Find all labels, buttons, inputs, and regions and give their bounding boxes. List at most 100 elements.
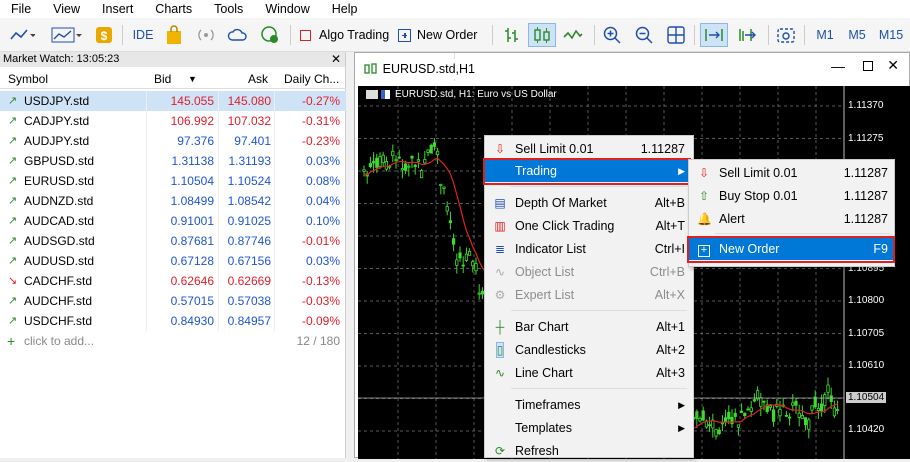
- table-row[interactable]: ↗ AUDSGD.std 0.87681 0.87746 -0.01%: [0, 231, 346, 251]
- indicators-icon[interactable]: [50, 23, 84, 47]
- change-cell: -0.03%: [274, 291, 346, 311]
- menu-item-label: Sell Limit 0.01: [515, 142, 594, 156]
- candle-body: [723, 417, 728, 423]
- bar-chart-icon[interactable]: [500, 23, 524, 47]
- submenu-item-label: Buy Stop 0.01: [719, 189, 798, 203]
- ide-button[interactable]: IDE: [129, 23, 157, 47]
- table-row[interactable]: ↗ AUDNZD.std 1.08499 1.08542 0.04%: [0, 191, 346, 211]
- menu-view[interactable]: View: [42, 0, 91, 18]
- close-icon[interactable]: ✕: [331, 52, 341, 67]
- candle-body: [394, 159, 398, 162]
- minimize-icon[interactable]: —: [831, 58, 845, 74]
- col-daily-change[interactable]: Daily Ch...: [284, 69, 339, 89]
- menu-window[interactable]: Window: [254, 0, 320, 18]
- candlesticks-icon: [364, 63, 377, 74]
- table-row[interactable]: ↘ CADCHF.std 0.62646 0.62669 -0.13%: [0, 271, 346, 291]
- candlesticks-icon[interactable]: [528, 23, 556, 47]
- price-label: 1.10610: [848, 360, 885, 371]
- bid-cell: 0.87681: [146, 231, 218, 251]
- cloud-icon[interactable]: [226, 23, 250, 47]
- menu-file[interactable]: File: [0, 0, 42, 18]
- sell-limit-icon: ⇩: [698, 166, 710, 180]
- menu-item-line-chart[interactable]: ∿ Line Chart Alt+3: [485, 362, 693, 384]
- menu-help[interactable]: Help: [321, 0, 369, 18]
- price-label: 1.10705: [848, 327, 885, 339]
- line-chart-icon[interactable]: [560, 23, 586, 47]
- screenshot-icon[interactable]: [774, 23, 798, 47]
- close-icon[interactable]: ✕: [887, 57, 899, 74]
- submenu-item-sell-limit-0-01[interactable]: ⇩ Sell Limit 0.01 1.11287: [689, 162, 894, 184]
- zoom-in-icon[interactable]: [600, 23, 624, 47]
- candle-body: [771, 409, 776, 422]
- chart-type-icon[interactable]: [8, 23, 36, 47]
- algo-trading-button[interactable]: Algo Trading: [296, 23, 392, 47]
- menu-item-label: Candlesticks: [515, 343, 586, 357]
- menu-item-timeframes[interactable]: Timeframes ▶: [485, 394, 693, 416]
- new-order-highlight-box: [687, 236, 895, 263]
- table-row[interactable]: ↗ AUDUSD.std 0.67128 0.67156 0.03%: [0, 251, 346, 271]
- current-price-label: 1.10504: [846, 392, 887, 403]
- change-cell: 0.03%: [274, 151, 346, 171]
- candle-body: [791, 402, 795, 406]
- table-row[interactable]: ↗ EURUSD.std 1.10504 1.10524 0.08%: [0, 171, 346, 191]
- timeframe-m1[interactable]: M1: [812, 23, 838, 47]
- col-symbol[interactable]: Symbol: [8, 69, 48, 89]
- table-row[interactable]: ↗ CADJPY.std 106.992 107.032 -0.31%: [0, 111, 346, 131]
- zoom-out-icon[interactable]: [632, 23, 656, 47]
- col-ask[interactable]: Ask: [248, 69, 268, 89]
- add-symbol-row[interactable]: + click to add... 12 / 180: [0, 331, 346, 351]
- menu-item-refresh[interactable]: ⟳ Refresh: [485, 440, 693, 462]
- candle-body: [384, 161, 389, 170]
- table-row[interactable]: ↗ AUDCHF.std 0.57015 0.57038 -0.03%: [0, 291, 346, 311]
- ask-cell: 0.91025: [218, 211, 274, 231]
- submenu-item-alert[interactable]: 🔔 Alert 1.11287: [689, 208, 894, 230]
- signal-icon[interactable]: [194, 23, 218, 47]
- shopping-bag-icon[interactable]: [162, 23, 186, 47]
- algo-trading-label: Algo Trading: [319, 28, 390, 42]
- candle-body: [452, 238, 456, 245]
- bid-cell: 0.57015: [146, 291, 218, 311]
- candle-body: [826, 384, 830, 393]
- menu-insert[interactable]: Insert: [91, 0, 144, 18]
- timeframe-m5[interactable]: M5: [844, 23, 870, 47]
- menu-item-depth-of-market[interactable]: ▤ Depth Of Market Alt+B: [485, 192, 693, 214]
- menu-charts[interactable]: Charts: [144, 0, 203, 18]
- chart-shift-icon[interactable]: [734, 23, 760, 47]
- table-row[interactable]: ↗ AUDCAD.std 0.91001 0.91025 0.10%: [0, 211, 346, 231]
- candle-body: [816, 407, 821, 411]
- menu-item-bar-chart[interactable]: ┼ Bar Chart Alt+1: [485, 316, 693, 338]
- line-chart-icon: ∿: [494, 366, 506, 380]
- ask-cell: 1.08542: [218, 191, 274, 211]
- menu-item-candlesticks[interactable]: ▯ Candlesticks Alt+2: [485, 339, 693, 361]
- vps-icon[interactable]: [258, 23, 282, 47]
- tile-windows-icon[interactable]: [664, 23, 688, 47]
- change-cell: 0.08%: [274, 171, 346, 191]
- timeframe-m15[interactable]: M15: [876, 23, 906, 47]
- candle-body: [733, 412, 737, 417]
- menu-item-one-click-trading[interactable]: ▥ One Click Trading Alt+T: [485, 215, 693, 237]
- menu-item-templates[interactable]: Templates ▶: [485, 417, 693, 439]
- table-row[interactable]: ↗ USDJPY.std 145.055 145.080 -0.27%: [0, 91, 346, 111]
- menu-item-label: Bar Chart: [515, 320, 569, 334]
- candle-body: [423, 159, 427, 164]
- menu-item-indicator-list[interactable]: ≣ Indicator List Ctrl+I: [485, 238, 693, 260]
- ask-cell: 0.87746: [218, 231, 274, 251]
- table-row[interactable]: ↗ GBPUSD.std 1.31138 1.31193 0.03%: [0, 151, 346, 171]
- maximize-icon[interactable]: [863, 61, 873, 71]
- dollar-coin-icon[interactable]: $: [93, 23, 115, 47]
- table-row[interactable]: ↗ USDCHF.std 0.84930 0.84957 -0.09%: [0, 311, 346, 331]
- menu-item-sell-limit-0-01[interactable]: ⇩ Sell Limit 0.01 1.11287: [485, 138, 693, 160]
- menu-tools[interactable]: Tools: [203, 0, 254, 18]
- candle-body: [714, 428, 718, 437]
- symbol-cell: USDJPY.std: [24, 94, 90, 108]
- symbol-count: 12 / 180: [296, 334, 340, 348]
- table-row[interactable]: ↗ AUDJPY.std 97.376 97.401 -0.23%: [0, 131, 346, 151]
- new-order-button[interactable]: New Order: [398, 23, 486, 47]
- submenu-item-buy-stop-0-01[interactable]: ⇧ Buy Stop 0.01 1.11287: [689, 185, 894, 207]
- autoscroll-icon[interactable]: [700, 23, 728, 47]
- col-bid[interactable]: Bid: [154, 69, 171, 89]
- change-cell: -0.23%: [274, 131, 346, 151]
- menu-item-shortcut: Alt+X: [654, 288, 685, 302]
- submenu-item-label: Alert: [719, 212, 745, 226]
- new-order-icon: [398, 28, 411, 42]
